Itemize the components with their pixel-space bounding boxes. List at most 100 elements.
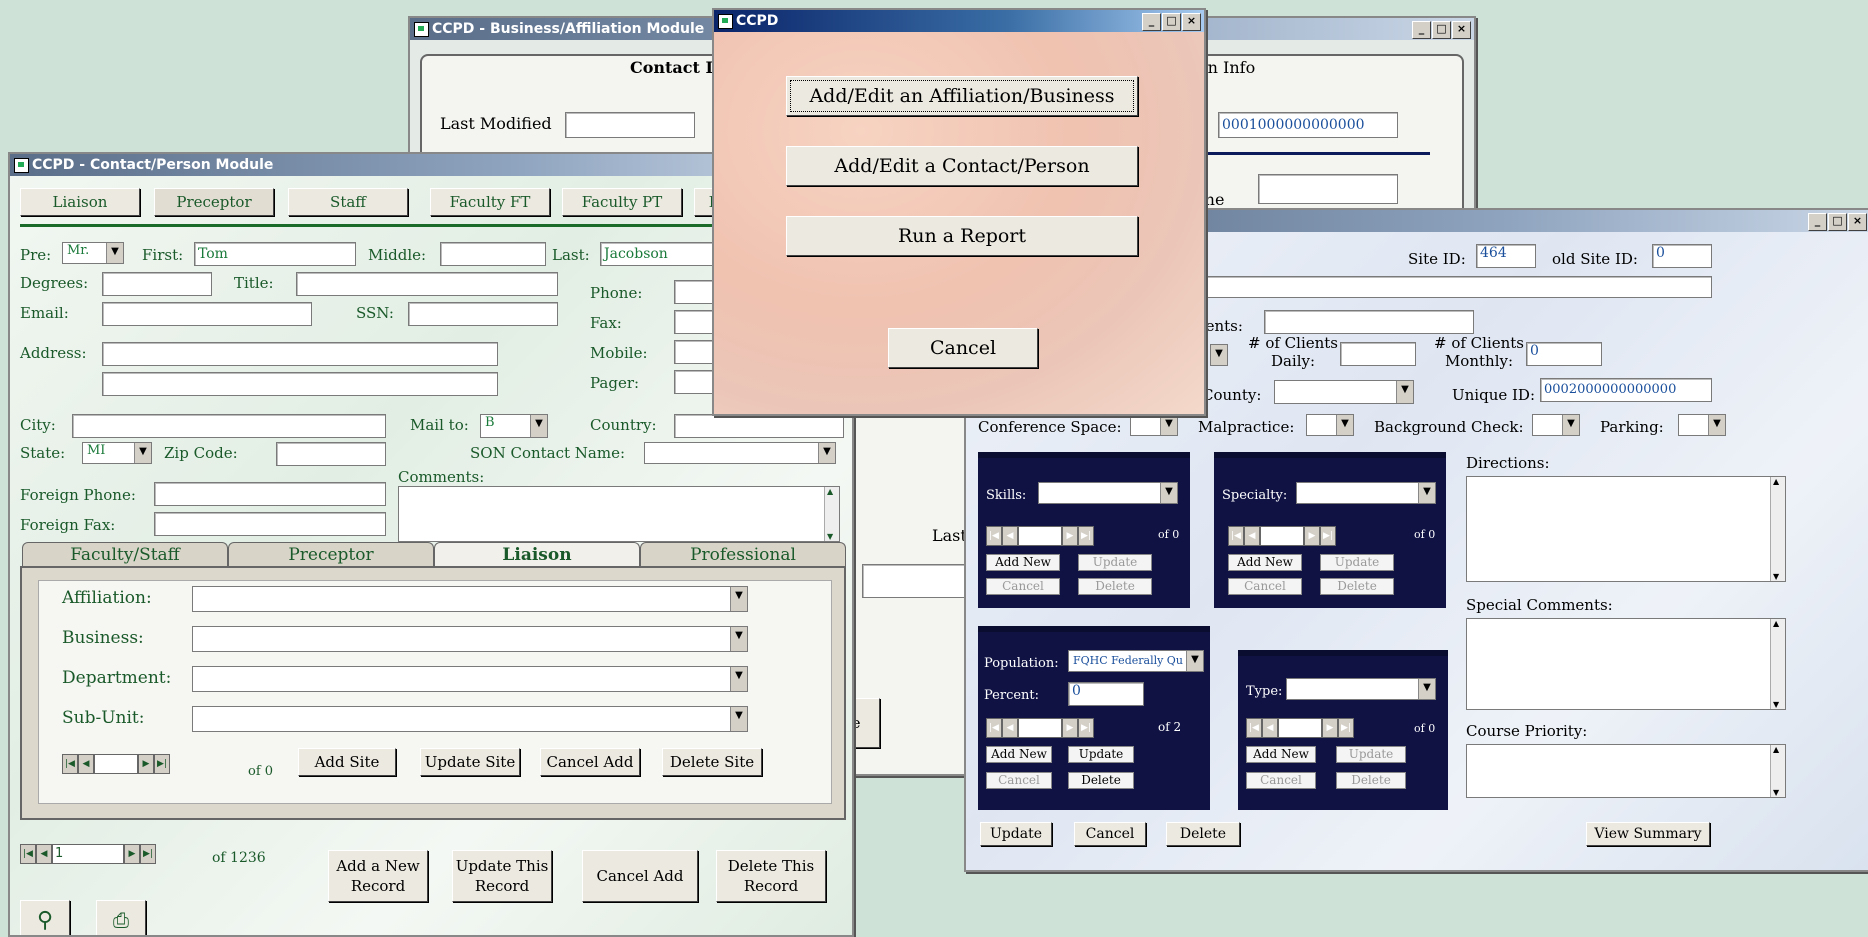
- tab-professional[interactable]: Professional: [640, 542, 846, 567]
- next-record-icon[interactable]: ▶: [1062, 718, 1078, 738]
- foreign-phone-field[interactable]: [154, 482, 386, 506]
- first-name-field[interactable]: Tom: [194, 242, 356, 266]
- population-update-button[interactable]: Update: [1068, 746, 1134, 763]
- maximize-icon[interactable]: □: [1828, 213, 1847, 231]
- middle-name-field[interactable]: [440, 242, 546, 266]
- partial-combo[interactable]: ▼: [1210, 344, 1228, 366]
- maximize-icon[interactable]: □: [1432, 21, 1451, 39]
- ssn-field[interactable]: [408, 302, 558, 326]
- skills-update-button[interactable]: Update: [1078, 554, 1152, 571]
- degrees-field[interactable]: [102, 272, 212, 296]
- title-field[interactable]: [296, 272, 558, 296]
- staff-type-button[interactable]: Staff: [288, 188, 408, 216]
- pre-select[interactable]: Mr. ▼: [62, 242, 124, 264]
- skills-add-new-button[interactable]: Add New: [986, 554, 1060, 571]
- minimize-icon[interactable]: _: [1142, 13, 1161, 31]
- last-record-icon[interactable]: ▶|: [1078, 718, 1094, 738]
- clients-monthly-field[interactable]: 0: [1526, 342, 1602, 366]
- country-field[interactable]: [674, 414, 844, 438]
- skills-navigator[interactable]: |◀ ◀ ▶ ▶|: [986, 526, 1094, 546]
- cancel-add-site-button[interactable]: Cancel Add: [540, 748, 640, 776]
- email-field[interactable]: [102, 302, 312, 326]
- scrollbar[interactable]: [824, 487, 839, 541]
- cancel-add-record-button[interactable]: Cancel Add: [582, 850, 698, 902]
- update-site-button[interactable]: Update Site: [420, 748, 520, 776]
- update-record-button[interactable]: Update This Record: [452, 850, 552, 902]
- record-number-field[interactable]: 1: [52, 844, 124, 864]
- population-cancel-button[interactable]: Cancel: [986, 772, 1052, 789]
- delete-site-button[interactable]: Delete Site: [662, 748, 762, 776]
- preceptor-type-button[interactable]: Preceptor: [154, 188, 274, 216]
- background-check-select[interactable]: ▼: [1532, 414, 1580, 436]
- percent-field[interactable]: 0: [1068, 682, 1144, 706]
- binoculars-icon[interactable]: ⚲: [20, 900, 70, 935]
- first-record-icon[interactable]: |◀: [1246, 718, 1262, 738]
- city-field[interactable]: [72, 414, 386, 438]
- business-select[interactable]: ▼: [192, 626, 748, 652]
- tab-affiliation-info[interactable]: on Info: [1198, 58, 1255, 77]
- minimize-icon[interactable]: _: [1808, 213, 1827, 231]
- specialty-cancel-button[interactable]: Cancel: [1228, 578, 1302, 595]
- last-modified-field[interactable]: [565, 112, 695, 138]
- tab-faculty-staff[interactable]: Faculty/Staff: [22, 542, 228, 567]
- last-record-icon[interactable]: ▶|: [1320, 526, 1336, 546]
- delete-button[interactable]: Delete: [1166, 822, 1240, 846]
- prev-record-icon[interactable]: ◀: [1002, 526, 1018, 546]
- close-icon[interactable]: ×: [1452, 21, 1471, 39]
- specialty-update-button[interactable]: Update: [1320, 554, 1394, 571]
- population-record[interactable]: 1: [1018, 718, 1062, 738]
- population-select[interactable]: FQHC Federally Qu ▼: [1068, 650, 1204, 672]
- next-record-icon[interactable]: ▶: [1062, 526, 1078, 546]
- run-report-button[interactable]: Run a Report: [786, 216, 1138, 256]
- next-record-icon[interactable]: ▶: [124, 844, 140, 864]
- update-button[interactable]: Update: [980, 822, 1052, 846]
- site-navigator[interactable]: |◀ ◀ ▶ ▶|: [62, 754, 170, 774]
- state-select[interactable]: MI ▼: [82, 442, 152, 464]
- unique-id-field[interactable]: 0001000000000000: [1218, 112, 1398, 138]
- course-priority-field[interactable]: [1466, 744, 1786, 798]
- son-contact-select[interactable]: ▼: [644, 442, 836, 464]
- scrollbar[interactable]: [1770, 745, 1785, 797]
- last-record-icon[interactable]: ▶|: [1078, 526, 1094, 546]
- old-site-id-field[interactable]: 0: [1652, 244, 1712, 268]
- cancel-button[interactable]: Cancel: [888, 328, 1038, 368]
- specialty-select[interactable]: ▼: [1296, 482, 1436, 504]
- prev-record-icon[interactable]: ◀: [1002, 718, 1018, 738]
- faculty-ft-type-button[interactable]: Faculty FT: [430, 188, 550, 216]
- type-navigator[interactable]: |◀ ◀ ▶ ▶|: [1246, 718, 1354, 738]
- zip-code-field[interactable]: [276, 442, 386, 466]
- department-select[interactable]: ▼: [192, 666, 748, 692]
- phone-field[interactable]: [1258, 174, 1398, 204]
- students-field[interactable]: [1264, 310, 1474, 334]
- add-edit-affiliation-button[interactable]: Add/Edit an Affiliation/Business: [786, 76, 1138, 116]
- add-new-record-button[interactable]: Add a New Record: [328, 850, 428, 902]
- prev-record-icon[interactable]: ◀: [1244, 526, 1260, 546]
- mail-to-select[interactable]: B ▼: [480, 414, 548, 438]
- skills-delete-button[interactable]: Delete: [1078, 578, 1152, 595]
- prev-record-icon[interactable]: ◀: [78, 754, 94, 774]
- close-icon[interactable]: ×: [1182, 13, 1201, 31]
- close-icon[interactable]: ×: [1848, 213, 1867, 231]
- next-record-icon[interactable]: ▶: [1304, 526, 1320, 546]
- faculty-pt-type-button[interactable]: Faculty PT: [562, 188, 682, 216]
- first-record-icon[interactable]: |◀: [986, 718, 1002, 738]
- type-delete-button[interactable]: Delete: [1336, 772, 1406, 789]
- conference-space-select[interactable]: ▼: [1130, 414, 1178, 436]
- foreign-fax-field[interactable]: [154, 512, 386, 536]
- liaison-type-button[interactable]: Liaison: [20, 188, 140, 216]
- parking-select[interactable]: ▼: [1678, 414, 1726, 436]
- first-record-icon[interactable]: |◀: [20, 844, 36, 864]
- record-navigator[interactable]: |◀ ◀ 1 ▶ ▶|: [20, 844, 156, 864]
- address-line-1-field[interactable]: [102, 342, 498, 366]
- first-record-icon[interactable]: |◀: [1228, 526, 1244, 546]
- tab-contact-info[interactable]: Contact I: [630, 58, 713, 77]
- skills-cancel-button[interactable]: Cancel: [986, 578, 1060, 595]
- specialty-add-new-button[interactable]: Add New: [1228, 554, 1302, 571]
- malpractice-select[interactable]: ▼: [1306, 414, 1354, 436]
- cancel-button[interactable]: Cancel: [1074, 822, 1146, 846]
- affiliation-select[interactable]: ▼: [192, 586, 748, 612]
- comments-field[interactable]: [398, 486, 840, 542]
- last-record-icon[interactable]: ▶|: [154, 754, 170, 774]
- type-select[interactable]: ▼: [1286, 678, 1436, 700]
- skills-select[interactable]: ▼: [1038, 482, 1178, 504]
